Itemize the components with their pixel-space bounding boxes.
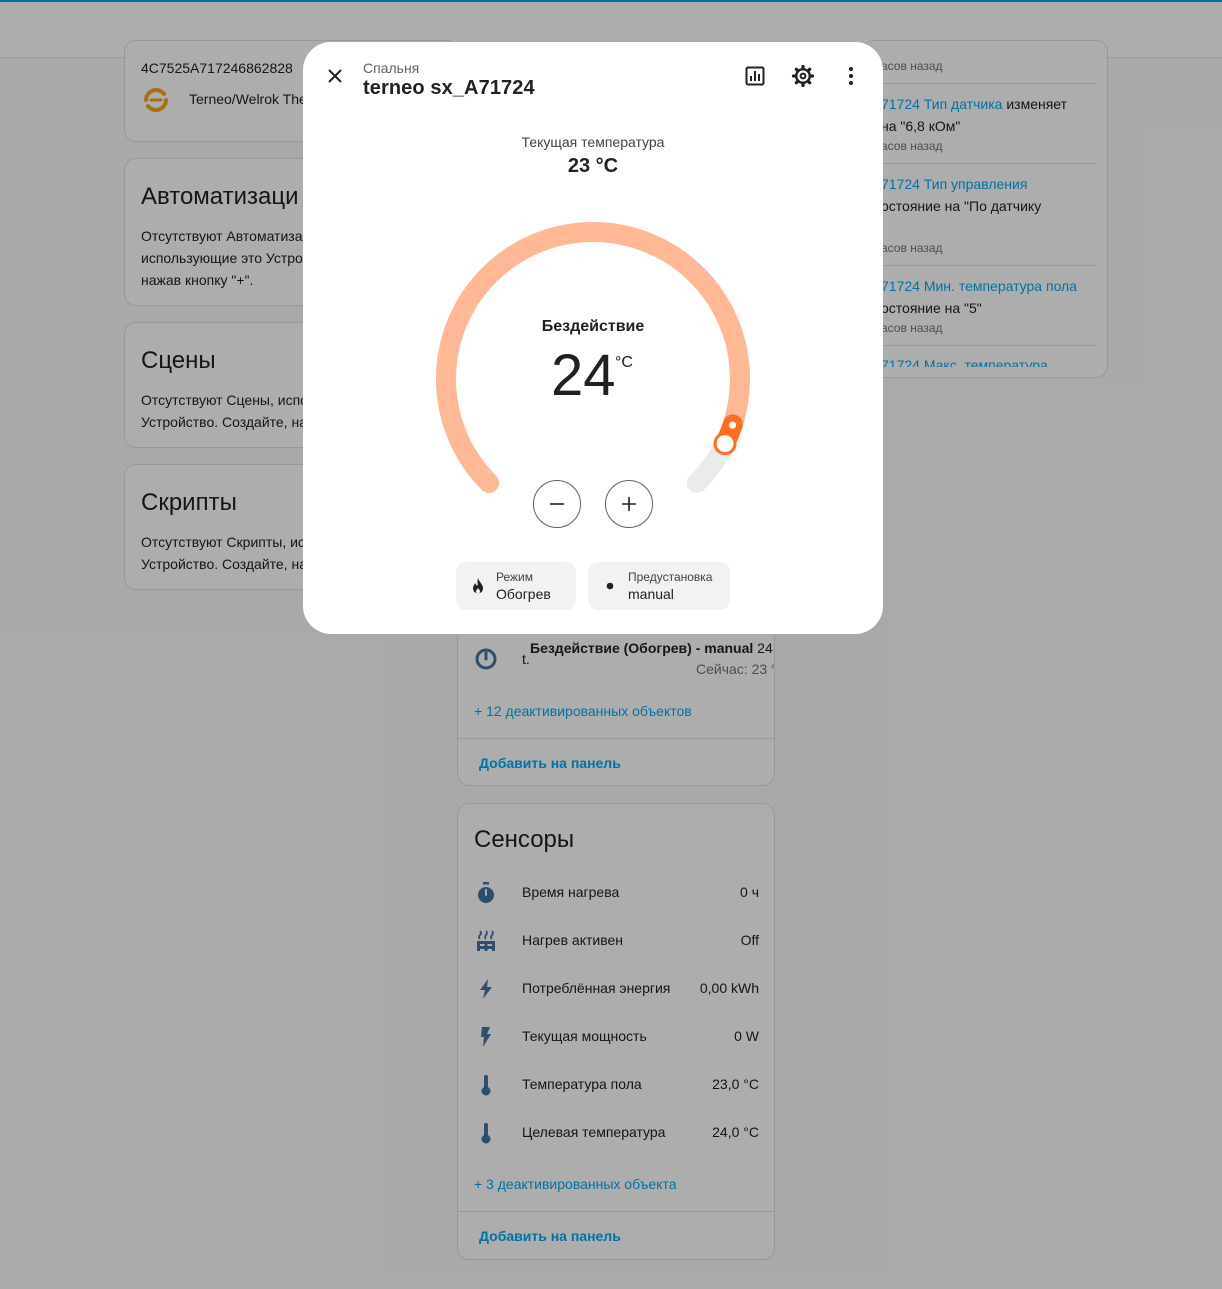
mode-value: Обогрев [496,586,551,602]
hvac-action-label: Бездействие [541,318,645,335]
preset-value: manual [628,586,674,602]
dialog-title: terneo sx_A71724 [363,77,535,99]
target-temperature-unit: °C [615,354,633,371]
preset-chip[interactable]: Предустановка manual [588,562,730,610]
close-icon [328,69,342,83]
history-button[interactable] [735,56,775,96]
minus-icon [550,503,564,505]
more-options-button[interactable] [831,56,871,96]
mode-label: Режим [496,570,533,584]
plus-icon [622,497,636,511]
preset-label: Предустановка [628,570,713,584]
dialog-area: Спальня [363,60,420,76]
gear-icon [791,64,815,88]
dots-vertical-icon [849,67,853,85]
target-temperature-value: 24 [551,343,616,408]
dot-icon [600,576,620,596]
fire-icon [468,576,488,596]
decrease-temperature-button[interactable] [533,480,581,528]
target-handle[interactable] [713,432,737,456]
current-temperature-marker [729,421,737,429]
more-info-dialog: Спальня terneo sx_A71724 Текущая темпера… [303,42,883,634]
chart-box-icon [745,66,765,86]
current-temperature-label: Текущая температура [521,134,665,150]
increase-temperature-button[interactable] [605,480,653,528]
current-temperature-value: 23 °C [567,155,619,177]
mode-chip[interactable]: Режим Обогрев [456,562,576,610]
close-button[interactable] [315,56,355,96]
settings-button[interactable] [783,56,823,96]
